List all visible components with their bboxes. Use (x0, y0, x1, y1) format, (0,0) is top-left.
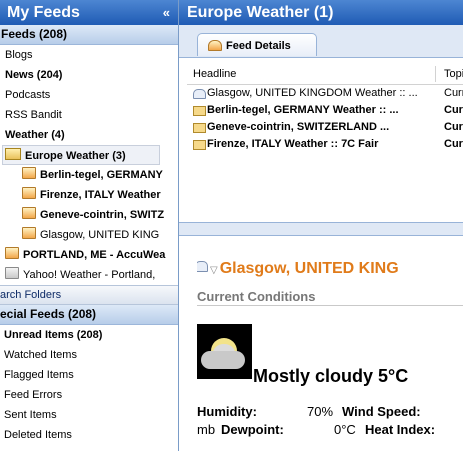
feed-item-geneve[interactable]: Geneve-cointrin, SWITZ (0, 205, 178, 225)
feed-label: PORTLAND, ME - AccuWea (23, 249, 166, 261)
feed-icon (22, 187, 36, 199)
tree-item-rss-bandit[interactable]: RSS Bandit (0, 105, 178, 125)
topic-text: Curre (444, 104, 463, 116)
content-pane-header: Europe Weather (1) (179, 0, 463, 25)
feed-icon (22, 207, 36, 219)
tab-label: Feed Details (226, 40, 291, 52)
feed-label: Glasgow, UNITED KING (40, 229, 160, 241)
item-subtitle: Current Conditions (197, 289, 316, 304)
read-envelope-icon (197, 261, 208, 272)
tree-item-label: Europe Weather (3) (25, 150, 126, 162)
search-folders-label: arch Folders (0, 289, 62, 301)
special-item-flagged[interactable]: Flagged Items (0, 365, 178, 385)
special-item-feed-errors[interactable]: Feed Errors (0, 385, 178, 405)
collapse-pane-icon[interactable]: « (163, 0, 170, 25)
special-item-sent[interactable]: Sent Items (0, 405, 178, 425)
special-item-deleted[interactable]: Deleted Items (0, 425, 178, 445)
content-pane-title: Europe Weather (1) (187, 4, 334, 21)
column-header-headline[interactable]: Headline (193, 64, 236, 84)
pressure-unit: mb (197, 422, 216, 437)
special-item-label: Sent Items (4, 409, 57, 421)
feed-details-icon (208, 40, 222, 51)
feeds-section-label: Feeds (208) (1, 27, 68, 41)
item-title-row: ▽ Glasgow, UNITED KING (197, 260, 399, 278)
feed-icon (5, 267, 19, 279)
feed-item-glasgow[interactable]: Glasgow, UNITED KING (0, 225, 178, 245)
column-divider[interactable] (435, 66, 436, 82)
wind-speed-label: Wind Speed: (342, 404, 421, 419)
headline-row[interactable]: Glasgow, UNITED KINGDOM Weather :: ... C… (187, 85, 463, 102)
special-item-label: Feed Errors (4, 389, 63, 401)
headline-list: Headline Topi Glasgow, UNITED KINGDOM We… (187, 64, 463, 222)
subtitle-divider (197, 305, 463, 306)
headline-row[interactable]: Berlin-tegel, GERMANY Weather :: ... Cur… (187, 102, 463, 119)
tree-item-blogs[interactable]: Blogs (0, 45, 178, 65)
feed-label: Geneve-cointrin, SWITZ (40, 209, 165, 221)
search-folders-bar[interactable]: arch Folders (0, 285, 178, 305)
tree-item-label: Weather (4) (5, 129, 65, 141)
flag-icon[interactable]: ▽ (210, 265, 218, 276)
headline-text: Geneve-cointrin, SWITZERLAND ... (207, 121, 390, 133)
dewpoint-value: 0°C (334, 422, 356, 437)
special-item-label: Watched Items (4, 349, 77, 361)
topic-text: Curre (444, 138, 463, 150)
feed-icon (5, 247, 19, 259)
open-folder-icon (5, 148, 21, 160)
feed-item-yahoo-weather[interactable]: Yahoo! Weather - Portland, (0, 265, 178, 285)
tree-item-label: Podcasts (5, 89, 51, 101)
unread-envelope-icon (193, 106, 206, 116)
feed-label: Firenze, ITALY Weather (40, 189, 161, 201)
tree-item-label: News (204) (5, 69, 63, 81)
special-item-label: Flagged Items (4, 369, 74, 381)
feed-item-berlin[interactable]: Berlin-tegel, GERMANY (0, 165, 178, 185)
splitter[interactable] (179, 222, 463, 236)
headline-row[interactable]: Geneve-cointrin, SWITZERLAND ... Curre (187, 119, 463, 136)
tab-feed-details[interactable]: Feed Details (197, 33, 317, 56)
unread-envelope-icon (193, 140, 206, 150)
humidity-value: 70% (307, 404, 334, 419)
feed-item-portland[interactable]: PORTLAND, ME - AccuWea (0, 245, 178, 265)
tree-item-news[interactable]: News (204) (0, 65, 178, 85)
tree-item-label: Blogs (5, 49, 33, 61)
headline-text: Firenze, ITALY Weather :: 7C Fair (207, 138, 379, 150)
headline-text: Glasgow, UNITED KINGDOM Weather :: ... (207, 87, 418, 99)
feeds-section-header[interactable]: Feeds (208) (0, 25, 178, 45)
tree-item-label: RSS Bandit (5, 109, 62, 121)
special-feeds-header[interactable]: ecial Feeds (208) (0, 305, 178, 325)
unread-envelope-icon (193, 123, 206, 133)
dewpoint-label: Dewpoint: (221, 422, 284, 437)
heat-index-label: Heat Index: (365, 422, 436, 437)
humidity-label: Humidity: (197, 404, 257, 419)
feed-label: Yahoo! Weather - Portland, (23, 269, 156, 281)
special-feeds-label: ecial Feeds (208) (0, 307, 97, 321)
special-item-unread[interactable]: Unread Items (208) (0, 325, 178, 345)
feeds-pane-header: My Feeds « (0, 0, 178, 25)
feed-item-firenze[interactable]: Firenze, ITALY Weather (0, 185, 178, 205)
tree-item-podcasts[interactable]: Podcasts (0, 85, 178, 105)
item-title-link[interactable]: Glasgow, UNITED KING (220, 260, 399, 277)
content-pane: Europe Weather (1) Feed Details Headline… (179, 0, 463, 451)
tab-strip: Feed Details (179, 25, 463, 58)
reading-pane: ▽ Glasgow, UNITED KING Current Conditions… (197, 260, 463, 451)
feeds-pane-title: My Feeds (7, 4, 80, 21)
condition-text: Mostly cloudy 5°C (253, 366, 409, 386)
special-item-label: Deleted Items (4, 429, 72, 441)
read-envelope-icon (193, 89, 206, 99)
feed-icon (22, 227, 36, 239)
mostly-cloudy-night-icon (197, 324, 252, 379)
topic-text: Curre (444, 121, 463, 133)
topic-text: Curre (444, 87, 463, 99)
column-header-topic[interactable]: Topi (444, 64, 463, 84)
tree-item-weather[interactable]: Weather (4) (0, 125, 178, 145)
special-item-watched[interactable]: Watched Items (0, 345, 178, 365)
headline-text: Berlin-tegel, GERMANY Weather :: ... (207, 104, 399, 116)
tree-item-europe-weather[interactable]: Europe Weather (3) (2, 145, 160, 165)
feed-label: Berlin-tegel, GERMANY (40, 169, 163, 181)
feeds-pane: My Feeds « Feeds (208) Blogs News (204) … (0, 0, 179, 451)
special-item-label: Unread Items (208) (4, 329, 103, 341)
feed-icon (22, 167, 36, 179)
headline-row[interactable]: Firenze, ITALY Weather :: 7C Fair Curre (187, 136, 463, 153)
headline-list-header: Headline Topi (187, 64, 463, 85)
